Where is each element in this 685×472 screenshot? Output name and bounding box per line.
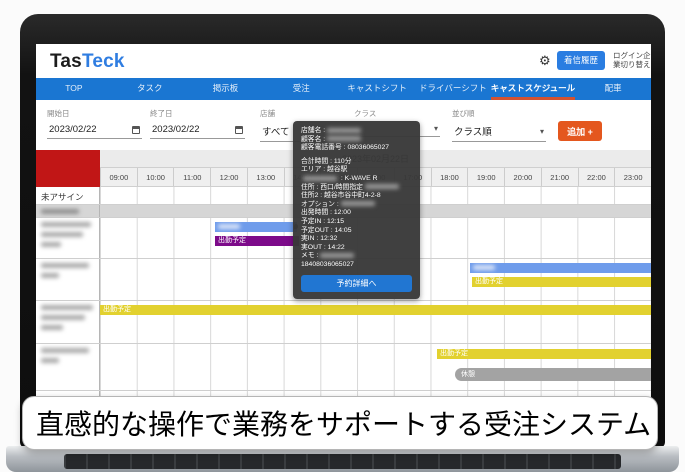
redacted-text [365, 184, 399, 189]
tooltip-line: 予定IN : 12:15 [301, 218, 412, 227]
reservation-bar[interactable] [470, 263, 651, 273]
grid-corner-block [36, 150, 100, 187]
calendar-icon[interactable] [132, 126, 140, 134]
redacted-text [41, 209, 79, 214]
time-header-cell: 12:00 [210, 168, 247, 186]
end-date-value: 2023/02/22 [152, 124, 200, 135]
redacted-text [218, 224, 240, 229]
store-label: 店舗 [260, 108, 345, 119]
time-header-cell: 20:00 [504, 168, 541, 186]
cast-name-redacted [36, 301, 100, 343]
nav-tab-8[interactable]: 配車 [575, 78, 651, 100]
main-nav: TOPタスク掲示板受注キャストシフトドライバーシフトキャストスケジュール配車 [36, 78, 651, 100]
caption-banner: 直感的な操作で業務をサポートする受注システム [22, 396, 658, 450]
tooltip-line: エリア : 越谷駅 [301, 166, 412, 175]
shift-bar-label: 出勤予定 [218, 237, 246, 244]
time-header-cell: 23:00 [614, 168, 651, 186]
app-logo: TasTeck [50, 51, 125, 73]
chevron-down-icon: ▾ [540, 127, 544, 136]
time-header-cell: 18:00 [431, 168, 468, 186]
time-header-cell: 10:00 [137, 168, 174, 186]
tooltip-line: 18408036065027 [301, 261, 412, 270]
break-bar[interactable]: 休憩 [455, 368, 651, 381]
time-header-cell: 13:00 [247, 168, 284, 186]
redacted-text [320, 253, 354, 258]
call-history-button[interactable]: 着信履歴 [557, 51, 605, 70]
end-date-label: 終了日 [150, 108, 245, 119]
shift-bar[interactable]: 出勤予定 [472, 277, 651, 287]
chevron-down-icon: ▾ [434, 124, 438, 133]
sort-label: 並び順 [452, 108, 546, 119]
cast-name-redacted [36, 218, 100, 258]
time-header-cell: 19:00 [467, 168, 504, 186]
shift-bar-label: 出勤予定 [103, 306, 131, 313]
redacted-text [303, 176, 337, 181]
app-header: TasTeck ⚙ 着信履歴 ログイン企業切り替え [36, 44, 651, 78]
cast-name-redacted [36, 344, 100, 390]
nav-tab-1[interactable]: TOP [36, 78, 112, 100]
settings-gear-icon[interactable]: ⚙ [539, 53, 551, 69]
redacted-text [473, 265, 495, 270]
class-label: クラス [354, 108, 440, 119]
start-date-field[interactable]: 開始日 2023/02/22 [47, 108, 142, 139]
redacted-text [341, 201, 375, 206]
company-switch-link[interactable]: ログイン企業切り替え [613, 51, 651, 69]
tooltip-line: 顧客電話番号 : 08036065027 [301, 144, 412, 153]
shift-bar[interactable]: 出勤予定 [100, 305, 651, 315]
redacted-text [327, 128, 361, 133]
time-header-cell: 21:00 [541, 168, 578, 186]
calendar-icon[interactable] [235, 126, 243, 134]
time-header-cell: 11:00 [173, 168, 210, 186]
shift-bar-label: 出勤予定 [475, 278, 503, 285]
tooltip-line: メモ : [301, 252, 412, 261]
sort-value: クラス順 [454, 124, 492, 138]
tooltip-line: 住所2 : 越谷市谷中町4-2-8 [301, 192, 412, 201]
tooltip-line: 予定OUT : 14:05 [301, 227, 412, 236]
nav-tab-4[interactable]: 受注 [263, 78, 339, 100]
nav-tab-3[interactable]: 掲示板 [188, 78, 264, 100]
nav-tab-2[interactable]: タスク [112, 78, 188, 100]
tooltip-line: : K-WAVE R [301, 175, 412, 184]
tooltip-line: 住所 : 西口/時間指定 [301, 184, 412, 193]
tooltip-line: 実IN : 12:32 [301, 235, 412, 244]
tooltip-line: 店舗名 : [301, 127, 412, 136]
unassigned-label: 未アサイン [36, 187, 100, 204]
start-date-label: 開始日 [47, 108, 142, 119]
reservation-detail-button[interactable]: 予約詳細へ [301, 275, 412, 292]
end-date-field[interactable]: 終了日 2023/02/22 [150, 108, 245, 139]
logo-text-tas: Tas [50, 51, 82, 72]
reservation-tooltip: 店舗名 :顧客名 :顧客電話番号 : 08036065027合計時間 : 110… [293, 121, 420, 299]
nav-tab-7[interactable]: キャストスケジュール [491, 78, 575, 100]
shift-bar-label: 出勤予定 [440, 350, 468, 357]
tooltip-line: 顧客名 : [301, 136, 412, 145]
store-value: すべて [262, 124, 289, 138]
add-button[interactable]: 追加 + [558, 121, 602, 141]
redacted-text [327, 136, 361, 141]
time-header-cell: 22:00 [578, 168, 615, 186]
shift-bar[interactable]: 出勤予定 [437, 349, 651, 359]
laptop-mockup: TasTeck ⚙ 着信履歴 ログイン企業切り替え TOPタスク掲示板受注キャス… [0, 0, 685, 472]
shift-bar[interactable]: 出勤予定 [215, 236, 299, 246]
start-date-value: 2023/02/22 [49, 124, 97, 135]
time-header-cell: 09:00 [100, 168, 137, 186]
laptop-keyboard [64, 454, 621, 469]
tooltip-line: 出発時間 : 12:00 [301, 209, 412, 218]
logo-text-teck: Teck [82, 51, 125, 72]
nav-tab-6[interactable]: ドライバーシフト [415, 78, 491, 100]
cast-name-redacted [36, 259, 100, 300]
nav-tab-5[interactable]: キャストシフト [339, 78, 415, 100]
sort-select[interactable]: 並び順 クラス順 ▾ [452, 108, 546, 142]
app-window: TasTeck ⚙ 着信履歴 ログイン企業切り替え TOPタスク掲示板受注キャス… [36, 44, 651, 444]
break-bar-label: 休憩 [461, 371, 475, 378]
reservation-bar[interactable] [215, 222, 297, 232]
